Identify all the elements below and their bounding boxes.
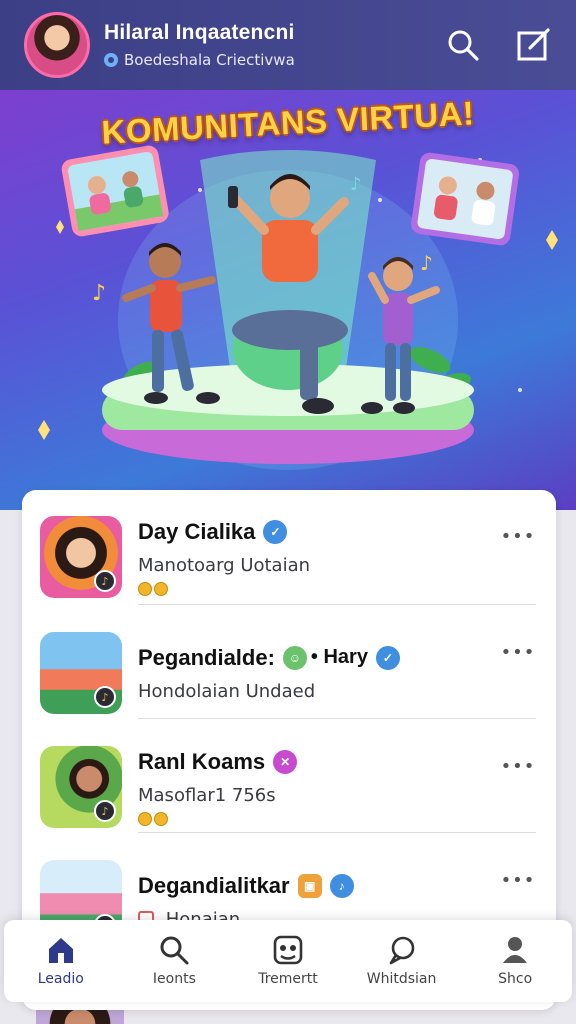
more-options-button[interactable]: ••• bbox=[500, 756, 536, 777]
more-options-button[interactable]: ••• bbox=[500, 642, 536, 663]
coin-icon bbox=[154, 811, 168, 826]
nav-label: Ieonts bbox=[152, 971, 196, 987]
list-item-thumbnail: ♪ bbox=[40, 516, 122, 598]
divider bbox=[138, 832, 536, 833]
nav-label: Whitdsian bbox=[366, 971, 437, 987]
nav-label: Leadio bbox=[37, 971, 84, 987]
list-item[interactable]: ♪ Ranl Koams ✕ Masoflar1 756s ••• bbox=[40, 730, 536, 844]
nav-item-community[interactable]: Tremertt bbox=[231, 920, 345, 1002]
media-icon: ▣ bbox=[297, 873, 322, 898]
nav-label: Tremertt bbox=[258, 971, 318, 987]
verified-icon: ✓ bbox=[375, 645, 400, 670]
more-options-button[interactable]: ••• bbox=[500, 870, 536, 891]
header-subtitle-text: Boedeshala Criectivwa bbox=[124, 51, 295, 69]
music-badge-icon: ♪ bbox=[94, 686, 116, 708]
list-item-meta bbox=[138, 581, 500, 596]
nav-item-search[interactable]: Ieonts bbox=[118, 920, 232, 1002]
more-options-button[interactable]: ••• bbox=[500, 526, 536, 547]
list-item-subtitle: Manotoarg Uotaian bbox=[138, 554, 311, 576]
list-item-title-text: Day Cialika bbox=[138, 518, 256, 544]
bottom-navigation: Leadio Ieonts Tremertt Whitdsian Shco bbox=[4, 920, 572, 1002]
list-item[interactable]: ♪ Day Cialika ✓ Manotoarg Uotaian ••• bbox=[40, 500, 536, 614]
nav-item-chat[interactable]: Whitdsian bbox=[345, 920, 459, 1002]
group-icon: ☺ bbox=[282, 645, 307, 670]
compose-icon bbox=[517, 28, 550, 61]
app-header: Hilaral Inqaatencni Boedeshala Criectivw… bbox=[0, 0, 576, 90]
coin-icon bbox=[154, 581, 168, 596]
list-item-thumbnail: ♪ bbox=[40, 746, 122, 828]
hero-banner[interactable]: ♪ ♪ ♪ bbox=[0, 90, 576, 510]
home-icon bbox=[48, 938, 73, 963]
list-item-text: Pegandialde: ☺ • Hary ✓ Hondolaian Undae… bbox=[138, 645, 500, 702]
list-item-title: Degandialitkar ▣ ♪ bbox=[138, 873, 500, 899]
nav-label: Shco bbox=[498, 971, 533, 987]
list-item-text: Day Cialika ✓ Manotoarg Uotaian bbox=[138, 519, 500, 596]
list-item-text: Ranl Koams ✕ Masoflar1 756s bbox=[138, 749, 500, 826]
list-item-title-text: Ranl Koams bbox=[138, 748, 266, 774]
search-button[interactable] bbox=[440, 22, 486, 68]
list-item[interactable]: ♪ Pegandialde: ☺ • Hary ✓ Hondolaian Und… bbox=[40, 616, 536, 730]
coin-icon bbox=[138, 811, 152, 826]
nav-item-profile[interactable]: Shco bbox=[458, 920, 572, 1002]
compose-button[interactable] bbox=[510, 22, 556, 68]
community-icon bbox=[273, 935, 303, 965]
svg-text:♪: ♪ bbox=[420, 251, 433, 275]
list-item-title: Pegandialde: ☺ • Hary ✓ bbox=[138, 645, 500, 671]
list-item-thumbnail: ♪ bbox=[40, 632, 122, 714]
hero-illustration: ♪ ♪ ♪ bbox=[38, 145, 558, 470]
chat-icon bbox=[389, 936, 414, 965]
location-icon bbox=[104, 53, 118, 67]
header-subtitle: Boedeshala Criectivwa bbox=[104, 51, 416, 69]
list-item-meta bbox=[138, 811, 500, 826]
list-item-title-text: Degandialitkar bbox=[138, 872, 290, 898]
search-icon bbox=[160, 936, 189, 965]
coin-icon bbox=[138, 581, 152, 596]
svg-text:♪: ♪ bbox=[92, 281, 106, 306]
list-item-title-text: Pegandialde: bbox=[138, 644, 275, 670]
divider bbox=[138, 604, 536, 605]
pin-icon: ✕ bbox=[273, 749, 298, 774]
list-item-title: Day Cialika ✓ bbox=[138, 519, 500, 545]
music-badge-icon: ♪ bbox=[94, 570, 116, 592]
search-icon bbox=[448, 30, 479, 61]
nav-item-home[interactable]: Leadio bbox=[4, 920, 118, 1002]
avatar[interactable] bbox=[24, 12, 90, 78]
profile-icon bbox=[503, 937, 528, 963]
list-item-title: Ranl Koams ✕ bbox=[138, 749, 500, 775]
list-item-title-extra: • Hary bbox=[310, 646, 368, 668]
divider bbox=[138, 718, 536, 719]
header-titles: Hilaral Inqaatencni Boedeshala Criectivw… bbox=[104, 21, 416, 69]
page-title: Hilaral Inqaatencni bbox=[104, 21, 295, 44]
music-note-icon: ♪ bbox=[329, 873, 354, 898]
list-item-subtitle: Masoflar1 756s bbox=[138, 784, 276, 806]
music-badge-icon: ♪ bbox=[94, 800, 116, 822]
list-item-subtitle: Hondolaian Undaed bbox=[138, 680, 316, 702]
verified-icon: ✓ bbox=[263, 519, 288, 544]
